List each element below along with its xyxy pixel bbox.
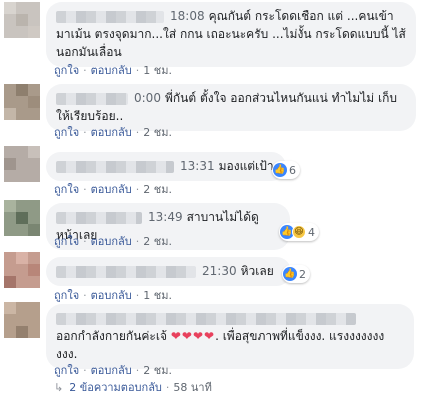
comment-time-tag: 18:08: [170, 9, 205, 23]
comment-age[interactable]: 2 ชม.: [143, 126, 172, 139]
reply-link[interactable]: ตอบกลับ: [91, 183, 132, 196]
commenter-name[interactable]: [56, 92, 128, 105]
comment-thread: 18:08 คุณกันต์ กระโดดเชือก แต่ ...คนเข้าม…: [0, 0, 444, 401]
comment-actions: ถูกใจ · ตอบกลับ · 2 ชม.: [54, 235, 172, 249]
avatar[interactable]: [4, 302, 40, 338]
comment-time-tag: 13:31: [180, 159, 215, 173]
comment-bubble: 13:31 มองแต่เป้า: [46, 152, 286, 181]
commenter-name[interactable]: [56, 160, 174, 173]
comment-age[interactable]: 2 ชม.: [143, 235, 172, 248]
comment-actions: ถูกใจ · ตอบกลับ · 2 ชม.: [54, 183, 172, 197]
comment-bubble: 21:30 หิวเลย: [46, 257, 291, 286]
comment-text: หิวเลย: [240, 264, 274, 278]
separator: ·: [83, 364, 87, 377]
view-replies-link[interactable]: ↳ 2 ข้อความตอบกลับ · 58 นาที: [54, 380, 212, 396]
reaction-summary[interactable]: 👍 6: [272, 161, 300, 179]
separator: ·: [135, 183, 140, 196]
comment-age[interactable]: 1 ชม.: [143, 64, 172, 77]
reaction-count: 4: [308, 225, 315, 239]
reaction-summary[interactable]: 👍 2: [282, 265, 310, 283]
avatar[interactable]: [4, 2, 40, 38]
comment-time-tag: 21:30: [202, 264, 237, 278]
comment-age[interactable]: 2 ชม.: [143, 364, 172, 377]
avatar[interactable]: [4, 84, 40, 120]
separator: ·: [135, 289, 140, 302]
like-link[interactable]: ถูกใจ: [54, 364, 79, 377]
heart-emojis: ❤❤❤❤: [170, 329, 216, 343]
replies-age: 58 นาที: [173, 381, 212, 394]
like-link[interactable]: ถูกใจ: [54, 64, 79, 77]
separator: ·: [135, 235, 140, 248]
like-link[interactable]: ถูกใจ: [54, 183, 79, 196]
reaction-count: 2: [299, 267, 306, 281]
separator: ·: [135, 126, 140, 139]
comment-bubble: 18:08 คุณกันต์ กระโดดเชือก แต่ ...คนเข้าม…: [46, 2, 416, 67]
reaction-count: 6: [289, 163, 296, 177]
separator: ·: [135, 364, 140, 377]
comment-bubble: 0:00 พี่กันต์ ตั้งใจ ออกส่วนไหนกันแน่ ทำไ…: [46, 84, 416, 131]
avatar[interactable]: [4, 252, 40, 288]
comment-actions: ถูกใจ · ตอบกลับ · 2 ชม.: [54, 364, 172, 378]
like-link[interactable]: ถูกใจ: [54, 289, 79, 302]
comment-time-tag: 13:49: [148, 210, 183, 224]
reply-link[interactable]: ตอบกลับ: [91, 126, 132, 139]
replies-count-label[interactable]: 2 ข้อความตอบกลับ: [69, 381, 162, 394]
reply-link[interactable]: ตอบกลับ: [91, 289, 132, 302]
comment-age[interactable]: 2 ชม.: [143, 183, 172, 196]
like-reaction-icon: 👍: [283, 267, 297, 281]
separator: ·: [83, 183, 87, 196]
reply-link[interactable]: ตอบกลับ: [91, 364, 132, 377]
comment-actions: ถูกใจ · ตอบกลับ · 1 ชม.: [54, 64, 172, 78]
separator: ·: [83, 126, 87, 139]
separator: ·: [83, 235, 87, 248]
separator: ·: [135, 64, 140, 77]
avatar[interactable]: [4, 200, 40, 236]
commenter-name[interactable]: [56, 312, 356, 325]
reply-link[interactable]: ตอบกลับ: [91, 64, 132, 77]
commenter-name[interactable]: [56, 211, 142, 224]
commenter-name[interactable]: [56, 265, 196, 278]
separator: ·: [165, 381, 170, 394]
like-link[interactable]: ถูกใจ: [54, 126, 79, 139]
avatar[interactable]: [4, 146, 40, 182]
commenter-name[interactable]: [56, 10, 164, 23]
haha-reaction-icon: 😆: [292, 225, 306, 239]
reply-link[interactable]: ตอบกลับ: [91, 235, 132, 248]
like-reaction-icon: 👍: [273, 163, 287, 177]
reaction-summary[interactable]: 👍 😆 4: [279, 223, 319, 241]
separator: ·: [83, 64, 87, 77]
comment-actions: ถูกใจ · ตอบกลับ · 1 ชม.: [54, 289, 172, 303]
separator: ·: [83, 289, 87, 302]
comment-actions: ถูกใจ · ตอบกลับ · 2 ชม.: [54, 126, 172, 140]
reply-arrow-icon: ↳: [54, 381, 64, 394]
comment-bubble: ออกกำลังกายกันค่ะเจ้ ❤❤❤❤. เพื่อสุขภาพที…: [46, 304, 414, 369]
like-link[interactable]: ถูกใจ: [54, 235, 79, 248]
comment-text: มองแต่เป้า: [218, 159, 274, 173]
comment-age[interactable]: 1 ชม.: [143, 289, 172, 302]
comment-text: ออกกำลังกายกันค่ะเจ้: [56, 329, 168, 343]
comment-time-tag: 0:00: [134, 91, 161, 105]
